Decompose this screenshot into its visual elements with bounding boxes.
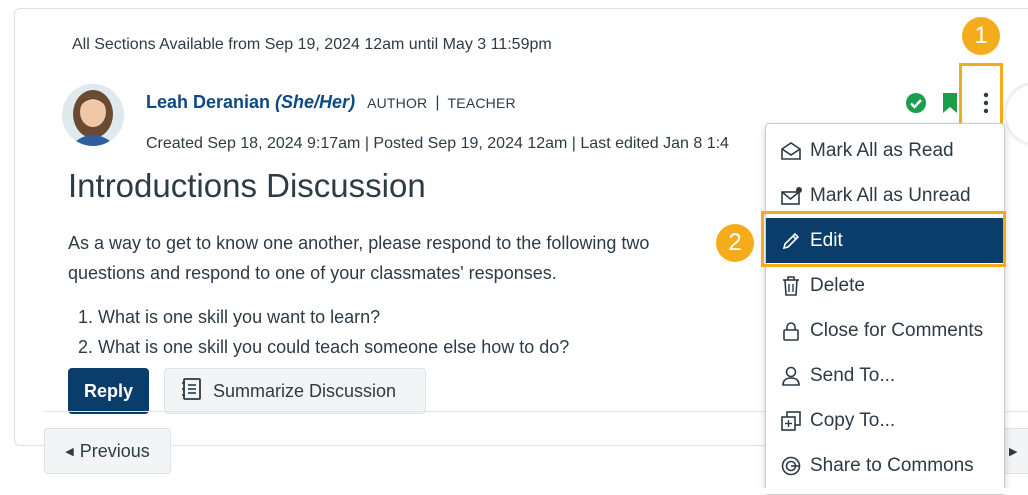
menu-item-label: Share to Commons [810, 454, 974, 476]
author-name[interactable]: Leah Deranian [146, 92, 270, 113]
options-menu: Mark All as Read Mark All as Unread Edit… [765, 123, 1005, 495]
question-list: 1. What is one skill you want to learn? … [78, 302, 569, 362]
author-role-teacher: TEACHER [447, 94, 516, 111]
bottom-strip [0, 488, 1028, 494]
summarize-discussion-button[interactable]: Summarize Discussion [164, 368, 426, 414]
menu-item-label: Copy To... [810, 409, 896, 431]
step-badge-2: 2 [716, 224, 754, 262]
previous-label: Previous [79, 440, 150, 461]
check-circle-icon [905, 92, 927, 119]
lock-icon [780, 320, 806, 342]
list-item: 1. What is one skill you want to learn? [78, 307, 381, 327]
status-icons [905, 92, 959, 119]
menu-item-mark-all-read[interactable]: Mark All as Read [766, 128, 1004, 173]
menu-item-share-to-commons[interactable]: Share to Commons [766, 443, 1004, 488]
commons-icon [780, 455, 806, 477]
menu-item-label: Mark All as Read [810, 139, 954, 161]
post-meta: Created Sep 18, 2024 9:17am | Posted Sep… [146, 135, 729, 152]
author-line: Leah Deranian (She/Her) AUTHOR | TEACHER [146, 92, 516, 113]
availability-text: All Sections Available from Sep 19, 2024… [72, 36, 552, 53]
caret-left-icon: ◀ [65, 445, 74, 458]
menu-item-close-for-comments[interactable]: Close for Comments [766, 308, 1004, 353]
envelope-open-icon [780, 141, 806, 161]
role-separator: | [435, 93, 440, 111]
more-options-icon[interactable] [976, 91, 996, 120]
copy-icon [780, 410, 806, 432]
avatar[interactable] [62, 84, 124, 146]
discussion-body: As a way to get to know one another, ple… [68, 233, 650, 283]
menu-item-label: Mark All as Unread [810, 184, 971, 206]
trash-icon [780, 275, 806, 297]
menu-item-send-to[interactable]: Send To... [766, 353, 1004, 398]
reply-button[interactable]: Reply [68, 368, 149, 414]
envelope-unread-icon [780, 186, 806, 206]
summarize-label: Summarize Discussion [213, 380, 397, 401]
step-badge-1: 1 [962, 17, 1000, 55]
notes-icon [181, 377, 203, 406]
previous-button[interactable]: ◀ Previous [44, 428, 171, 474]
page-title: Introductions Discussion [68, 167, 426, 204]
menu-item-copy-to[interactable]: Copy To... [766, 398, 1004, 443]
caret-right-icon: ▶ [1009, 445, 1018, 458]
bookmark-icon[interactable] [941, 92, 959, 119]
user-icon [780, 365, 806, 387]
menu-item-label: Close for Comments [810, 319, 984, 341]
menu-item-label: Delete [810, 274, 865, 296]
menu-item-delete[interactable]: Delete [766, 263, 1004, 308]
list-item: 2. What is one skill you could teach som… [78, 337, 570, 357]
edit-highlight [761, 211, 1006, 267]
author-pronouns: (She/Her) [275, 92, 356, 112]
author-role-author: AUTHOR [367, 94, 428, 111]
menu-item-label: Send To... [810, 364, 896, 386]
